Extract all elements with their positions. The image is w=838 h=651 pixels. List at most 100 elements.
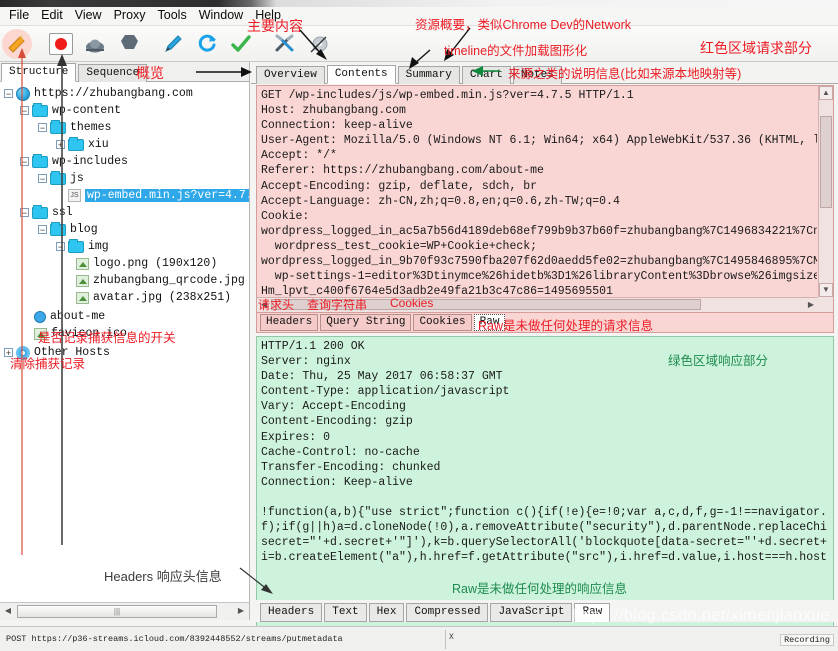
stop-button[interactable] bbox=[112, 28, 146, 60]
request-raw-text: GET /wp-includes/js/wp-embed.min.js?ver=… bbox=[261, 89, 817, 299]
tree-node[interactable]: − ssl bbox=[0, 204, 249, 221]
document-icon bbox=[34, 311, 46, 323]
tree-node-label: ssl bbox=[52, 206, 73, 219]
fiddler-logo-icon[interactable] bbox=[0, 28, 34, 60]
request-tab-row: Headers Query String Cookies Raw bbox=[256, 313, 834, 333]
filter-icon[interactable] bbox=[302, 28, 336, 60]
tree-node[interactable]: − blog bbox=[0, 221, 249, 238]
tree-node[interactable]: − themes bbox=[0, 119, 249, 136]
menu-item-proxy[interactable]: Proxy bbox=[108, 7, 152, 25]
expander-icon[interactable]: + bbox=[4, 348, 13, 357]
request-horizontal-scrollbar[interactable]: ◀ ▶ bbox=[257, 297, 818, 312]
js-file-icon: JS bbox=[68, 189, 81, 202]
tree-node-label: favicon.ico bbox=[51, 327, 127, 340]
tree-node[interactable]: − js bbox=[0, 170, 249, 187]
folder-icon bbox=[32, 103, 48, 117]
response-tab-compressed[interactable]: Compressed bbox=[406, 603, 489, 622]
tree-node[interactable]: − https://zhubangbang.com bbox=[0, 85, 249, 102]
tree-node[interactable]: avatar.jpg (238x251) bbox=[0, 289, 249, 306]
tree-node[interactable]: favicon.ico bbox=[0, 325, 249, 342]
left-tab-row: Structure Sequence bbox=[0, 62, 249, 82]
response-tab-headers[interactable]: Headers bbox=[260, 603, 323, 622]
go-check-icon[interactable] bbox=[224, 28, 258, 60]
scroll-right-arrow-icon[interactable]: ▶ bbox=[804, 298, 818, 312]
response-tab-hex[interactable]: Hex bbox=[368, 603, 405, 622]
expander-icon[interactable]: − bbox=[20, 157, 29, 166]
response-tab-text[interactable]: Text bbox=[324, 603, 367, 622]
response-raw-text: HTTP/1.1 200 OK Server: nginx Date: Thu,… bbox=[261, 340, 827, 565]
request-tab-raw[interactable]: Raw bbox=[473, 314, 506, 331]
expander-icon[interactable]: − bbox=[38, 174, 47, 183]
scroll-left-arrow-icon[interactable]: ◀ bbox=[257, 298, 271, 312]
tree-node-label: themes bbox=[70, 121, 112, 134]
request-tab-headers[interactable]: Headers bbox=[260, 314, 319, 331]
expander-icon[interactable]: − bbox=[38, 123, 47, 132]
expander-icon[interactable]: − bbox=[20, 208, 29, 217]
scrollbar-thumb[interactable] bbox=[820, 116, 832, 208]
inspector-pane: Overview Contents Summary Chart Notes GE… bbox=[251, 62, 838, 651]
tree-node-label: js bbox=[70, 172, 84, 185]
tree-node-label: img bbox=[88, 240, 109, 253]
tree-node[interactable]: about-me bbox=[0, 308, 249, 325]
status-x-marker: X bbox=[449, 633, 454, 642]
scroll-left-arrow-icon[interactable]: ◀ bbox=[1, 605, 15, 618]
toolbar bbox=[0, 26, 838, 62]
tree-horizontal-scrollbar[interactable]: ◀ ||| ▶ bbox=[0, 602, 250, 620]
response-tab-raw[interactable]: Raw bbox=[574, 603, 611, 622]
menu-item-tools[interactable]: Tools bbox=[152, 7, 193, 25]
tree-node-label: wp-includes bbox=[52, 155, 128, 168]
response-tab-javascript[interactable]: JavaScript bbox=[490, 603, 573, 622]
scrollbar-thumb[interactable] bbox=[271, 299, 701, 310]
scrollbar-corner bbox=[818, 297, 833, 312]
tools-icon[interactable] bbox=[268, 28, 302, 60]
tree-node[interactable]: logo.png (190x120) bbox=[0, 255, 249, 272]
status-divider bbox=[445, 630, 446, 649]
expander-icon[interactable]: − bbox=[4, 89, 13, 98]
menu-bar: File Edit View Proxy Tools Window Help bbox=[0, 7, 838, 26]
tree-node-label: blog bbox=[70, 223, 98, 236]
menu-item-help[interactable]: Help bbox=[249, 7, 287, 25]
scroll-down-arrow-icon[interactable]: ▼ bbox=[819, 283, 833, 297]
scroll-up-arrow-icon[interactable]: ▲ bbox=[819, 86, 833, 100]
tree-node[interactable]: + xiu bbox=[0, 136, 249, 153]
tree-node[interactable]: − wp-content bbox=[0, 102, 249, 119]
folder-icon bbox=[50, 120, 66, 134]
composer-pen-icon[interactable] bbox=[156, 28, 190, 60]
tab-overview[interactable]: Overview bbox=[256, 66, 325, 84]
tab-contents[interactable]: Contents bbox=[326, 65, 396, 84]
tree-node[interactable]: − img bbox=[0, 238, 249, 255]
decode-button[interactable] bbox=[78, 28, 112, 60]
tab-chart[interactable]: Chart bbox=[461, 66, 511, 84]
replay-refresh-icon[interactable] bbox=[190, 28, 224, 60]
menu-item-file[interactable]: File bbox=[3, 7, 35, 25]
tree-node[interactable]: zhubangbang_qrcode.jpg (2 bbox=[0, 272, 249, 289]
tab-summary[interactable]: Summary bbox=[397, 66, 460, 84]
record-toggle-button[interactable] bbox=[44, 28, 78, 60]
request-tab-query-string[interactable]: Query String bbox=[320, 314, 412, 331]
tree-node[interactable]: + Other Hosts bbox=[0, 344, 249, 361]
request-vertical-scrollbar[interactable]: ▲ ▼ bbox=[818, 86, 833, 297]
folder-icon bbox=[68, 239, 84, 253]
folder-icon bbox=[32, 154, 48, 168]
tab-sequence[interactable]: Sequence bbox=[78, 64, 148, 82]
scrollbar-thumb[interactable]: ||| bbox=[17, 605, 217, 618]
tree-node-label: xiu bbox=[88, 138, 109, 151]
tree-node[interactable]: − wp-includes bbox=[0, 153, 249, 170]
request-tab-cookies[interactable]: Cookies bbox=[413, 314, 472, 331]
response-tab-row: Headers Text Hex Compressed JavaScript R… bbox=[255, 600, 838, 622]
tree-node-label: avatar.jpg (238x251) bbox=[93, 291, 232, 304]
request-raw-panel[interactable]: GET /wp-includes/js/wp-embed.min.js?ver=… bbox=[256, 85, 834, 313]
tab-notes[interactable]: Notes bbox=[512, 66, 562, 84]
menu-item-window[interactable]: Window bbox=[193, 7, 249, 25]
menu-item-view[interactable]: View bbox=[69, 7, 108, 25]
scroll-right-arrow-icon[interactable]: ▶ bbox=[234, 605, 248, 618]
expander-icon[interactable]: − bbox=[56, 242, 65, 251]
tree-node-label: zhubangbang_qrcode.jpg (2 bbox=[93, 274, 249, 287]
tree-node-selected[interactable]: JS wp-embed.min.js?ver=4.7.5 bbox=[0, 187, 249, 204]
expander-icon[interactable]: + bbox=[56, 140, 65, 149]
expander-icon[interactable]: − bbox=[20, 106, 29, 115]
menu-item-edit[interactable]: Edit bbox=[35, 7, 69, 25]
tree-area[interactable]: − https://zhubangbang.com − wp-content −… bbox=[0, 82, 249, 602]
expander-icon[interactable]: − bbox=[38, 225, 47, 234]
tab-structure[interactable]: Structure bbox=[1, 63, 77, 82]
